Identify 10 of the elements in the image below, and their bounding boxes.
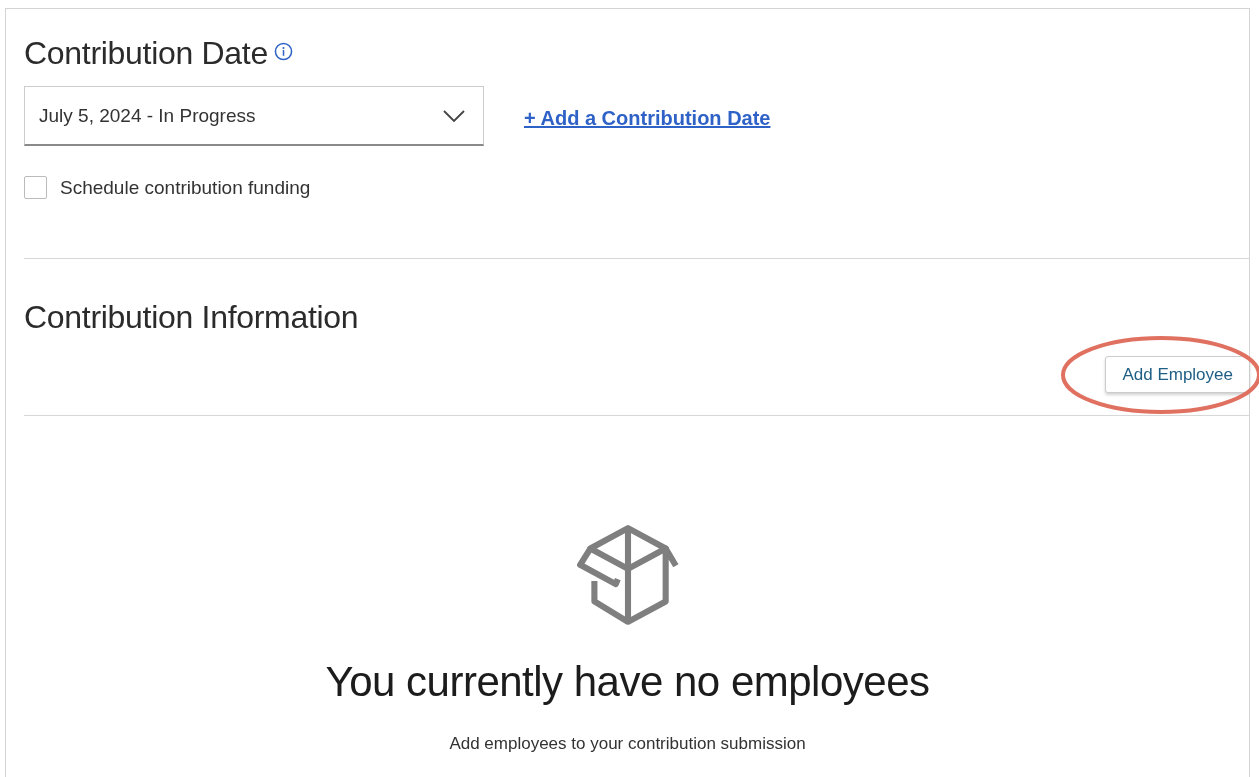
schedule-funding-checkbox[interactable]: Schedule contribution funding bbox=[24, 176, 1249, 199]
chevron-down-icon bbox=[443, 109, 465, 122]
empty-state-heading: You currently have no employees bbox=[325, 658, 930, 706]
section-title: Contribution Information bbox=[24, 299, 360, 336]
add-date-link[interactable]: + Add a Contribution Date bbox=[524, 106, 771, 130]
info-icon[interactable] bbox=[273, 42, 293, 61]
section-title: Contribution Date bbox=[24, 35, 268, 72]
empty-state-message: Add employees to your contribution submission bbox=[449, 734, 806, 754]
date-dropdown[interactable]: July 5, 2024 - In Progress bbox=[24, 86, 484, 146]
add-employee-button[interactable]: Add Employee bbox=[1105, 356, 1250, 393]
